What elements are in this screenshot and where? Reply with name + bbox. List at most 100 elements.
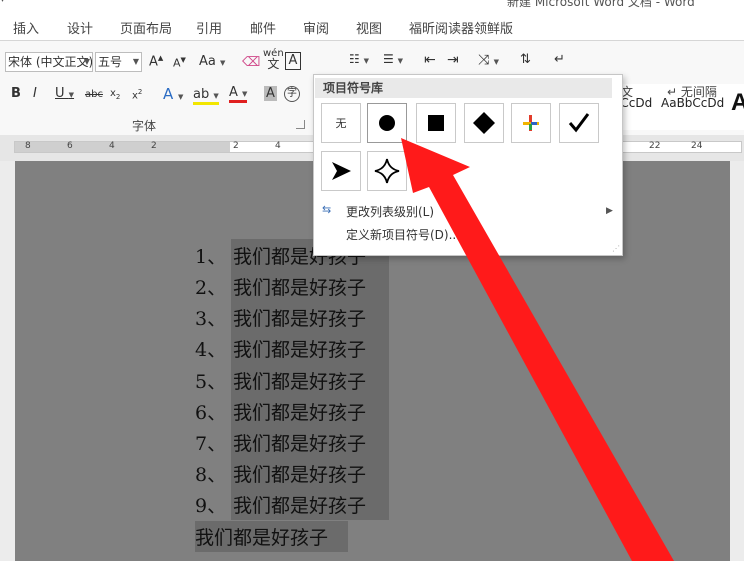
increase-indent-button[interactable]: ⇥ <box>447 52 459 68</box>
title-bar: ▾ 新建 Microsoft Word 文档 - Word <box>0 0 744 10</box>
show-marks-button[interactable]: ↵ <box>554 52 565 67</box>
ribbon-tabs: 插入 设计 页面布局 引用 邮件 审阅 视图 福昕阅读器领鲜版 <box>0 10 744 41</box>
arrowhead-icon <box>332 162 351 180</box>
list-item[interactable]: 9、 我们都是好孩子 <box>195 491 377 522</box>
character-shading-button[interactable]: A <box>264 86 277 101</box>
list-number: 2、 <box>195 277 227 299</box>
highlight-button[interactable]: ab ▼ <box>193 87 219 105</box>
list-item[interactable]: 7、 我们都是好孩子 <box>195 429 377 460</box>
plain-paragraph[interactable]: 我们都是好孩子 <box>195 521 349 552</box>
character-border-button[interactable]: A <box>285 52 301 70</box>
tab-foxit[interactable]: 福昕阅读器领鲜版 <box>409 18 513 37</box>
list-number: 9、 <box>195 495 227 517</box>
bullet-library-dropdown: 项目符号库 无 ⇆ 更改列表级别(L) ▶ 定义新项目符号(D)... ⋰ <box>313 74 623 256</box>
font-name-combo[interactable]: 宋体 (中文正文) ▼ <box>5 52 93 72</box>
font-name-value: 宋体 (中文正文) <box>8 55 93 69</box>
change-list-level-item[interactable]: 更改列表级别(L) <box>346 203 434 220</box>
resize-grip-icon[interactable]: ⋰ <box>612 244 620 253</box>
ruler-number: 4 <box>109 141 115 151</box>
ruler-number: 4 <box>275 141 281 151</box>
enclose-character-button[interactable]: 字 <box>284 86 300 102</box>
list-item[interactable]: 2、 我们都是好孩子 <box>195 273 377 304</box>
quick-access-dropdown[interactable]: ▾ <box>0 0 5 5</box>
list-number: 6、 <box>195 402 227 424</box>
filled-square-icon <box>428 115 444 131</box>
list-number: 8、 <box>195 464 227 486</box>
list-number: 4、 <box>195 339 227 361</box>
ruler-number: 2 <box>151 141 157 151</box>
underline-icon: U <box>55 86 65 101</box>
sort-button[interactable]: ⇅ <box>520 52 531 67</box>
chevron-down-icon[interactable]: ▼ <box>84 53 90 71</box>
filled-circle-icon <box>379 115 395 131</box>
text-effects-button[interactable]: A ▼ <box>163 85 183 103</box>
shrink-font-icon: A <box>173 56 181 70</box>
tab-view[interactable]: 视图 <box>356 18 382 37</box>
bullet-option-star[interactable] <box>367 151 407 191</box>
list-text: 我们都是好孩子 <box>232 277 377 299</box>
clear-format-icon[interactable]: ⌫ <box>242 55 260 70</box>
ruler-number: 22 <box>649 141 661 151</box>
decrease-indent-button[interactable]: ⇤ <box>424 52 436 68</box>
list-text: 我们都是好孩子 <box>232 464 377 486</box>
multilevel-list-button[interactable]: ☰ ▼ <box>383 52 403 66</box>
tab-insert[interactable]: 插入 <box>13 18 39 37</box>
four-point-star-icon <box>374 158 400 184</box>
font-size-combo[interactable]: 五号 ▼ <box>95 52 142 72</box>
define-new-bullet-item[interactable]: 定义新项目符号(D)... <box>346 226 460 243</box>
text-effects-icon: A <box>163 85 174 103</box>
highlight-icon: ab <box>193 87 210 102</box>
bullet-option-arrowhead[interactable] <box>321 151 361 191</box>
bullet-none-label: 无 <box>335 117 347 130</box>
underline-button[interactable]: U ▼ <box>55 86 74 101</box>
style-heading-sample[interactable]: A <box>731 89 744 117</box>
list-number: 1、 <box>195 246 227 268</box>
shrink-font-button[interactable]: A▼ <box>173 56 186 70</box>
tab-references[interactable]: 引用 <box>196 18 222 37</box>
subscript-button[interactable]: x2 <box>110 88 120 101</box>
font-size-value: 五号 <box>98 55 123 69</box>
phonetic-guide-button[interactable]: wén 文 <box>263 49 284 71</box>
bullet-option-circle[interactable] <box>367 103 407 143</box>
grow-font-button[interactable]: A▲ <box>149 54 163 69</box>
italic-button[interactable]: I <box>33 86 37 101</box>
tab-page-layout[interactable]: 页面布局 <box>120 18 172 37</box>
change-case-button[interactable]: Aa ▼ <box>199 54 225 69</box>
list-item[interactable]: 8、 我们都是好孩子 <box>195 460 377 491</box>
tab-mailings[interactable]: 邮件 <box>250 18 276 37</box>
bullet-option-none[interactable]: 无 <box>321 103 361 143</box>
tab-review[interactable]: 审阅 <box>303 18 329 37</box>
list-number: 3、 <box>195 308 227 330</box>
list-text: 我们都是好孩子 <box>232 308 377 330</box>
dialog-launcher-icon[interactable] <box>296 120 305 129</box>
checkmark-icon <box>568 113 590 133</box>
bold-button[interactable]: B <box>11 86 21 101</box>
bullet-option-square[interactable] <box>416 103 456 143</box>
window-title: 新建 Microsoft Word 文档 - Word <box>507 0 695 9</box>
list-text: 我们都是好孩子 <box>232 339 377 361</box>
chevron-down-icon[interactable]: ▼ <box>133 53 139 71</box>
superscript-button[interactable]: x2 <box>132 88 142 101</box>
tab-design[interactable]: 设计 <box>67 18 93 37</box>
bullet-option-check[interactable] <box>559 103 599 143</box>
list-item[interactable]: 3、 我们都是好孩子 <box>195 304 377 335</box>
list-item[interactable]: 5、 我们都是好孩子 <box>195 367 377 398</box>
numbering-button[interactable]: ☷ ▼ <box>349 52 369 66</box>
text-direction-button[interactable]: ⤨ ▼ <box>478 52 499 68</box>
font-color-button[interactable]: A ▼ <box>229 85 248 103</box>
list-number: 7、 <box>195 433 227 455</box>
ruler-margin <box>15 142 230 152</box>
list-item[interactable]: 4、 我们都是好孩子 <box>195 335 377 366</box>
list-item[interactable]: 6、 我们都是好孩子 <box>195 398 377 429</box>
list-level-icon: ⇆ <box>322 203 332 216</box>
colored-cross-icon <box>523 115 539 131</box>
style-no-spacing-name: ↵ 无间隔 <box>667 85 717 99</box>
bullet-option-diamond[interactable] <box>464 103 504 143</box>
bullet-library-header: 项目符号库 <box>315 78 612 98</box>
list-text: 我们都是好孩子 <box>232 402 377 424</box>
list-text: 我们都是好孩子 <box>232 495 377 517</box>
strikethrough-button[interactable]: abc <box>85 89 103 100</box>
bullet-option-colored-cross[interactable] <box>511 103 551 143</box>
change-case-icon: Aa <box>199 54 216 69</box>
list-text: 我们都是好孩子 <box>232 371 377 393</box>
